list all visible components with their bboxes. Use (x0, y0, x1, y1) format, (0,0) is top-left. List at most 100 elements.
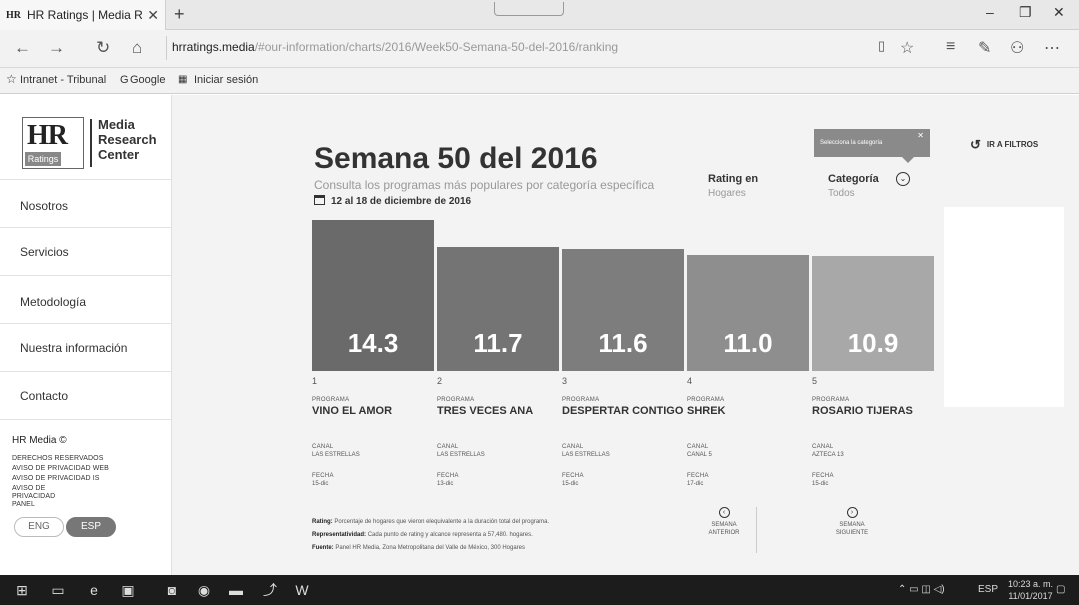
file-explorer-icon[interactable]: ▬ (228, 582, 244, 598)
filters-link-text: IR A FILTROS (986, 140, 1039, 149)
share-icon[interactable]: ⚇ (1010, 38, 1024, 58)
menu-item-servicios[interactable]: Servicios (20, 245, 69, 259)
new-tab-button[interactable]: + (174, 4, 185, 25)
site-logo[interactable]: HR Ratings Media Research Center (10, 109, 170, 189)
channel-label: CANAL (312, 444, 334, 450)
chevron-left-icon: ‹ (718, 507, 730, 518)
program-name[interactable]: TRES VECES ANA (437, 405, 559, 417)
footer-link-rights[interactable]: DERECHOS RESERVADOS (12, 455, 122, 463)
back-icon[interactable]: ← (14, 38, 31, 58)
clock-time: 10:23 a. m. (1008, 579, 1054, 589)
store-icon[interactable]: ▣ (120, 582, 136, 598)
tab-peek-handle[interactable] (494, 2, 564, 16)
notifications-icon[interactable]: ▢ (1056, 584, 1065, 595)
menu-divider (0, 419, 172, 420)
edge-icon[interactable]: e (86, 582, 102, 598)
menu-item-metodologia[interactable]: Metodología (20, 295, 86, 309)
program-info: PROGRAMA ROSARIO TIJERAS (812, 397, 934, 417)
favorites-star-icon: ☆ (6, 72, 17, 86)
web-note-icon[interactable]: ✎ (978, 38, 991, 58)
program-name[interactable]: ROSARIO TIJERAS (812, 405, 934, 417)
lang-esp-button[interactable]: ESP (66, 517, 116, 537)
date-label: FECHA (562, 473, 584, 479)
close-window-button[interactable]: ✕ (1053, 4, 1065, 21)
legend-source-text: Panel HR Media, Zona Metropolitana del V… (335, 545, 526, 551)
menu-item-contacto[interactable]: Contacto (20, 389, 68, 403)
favorite-item-google[interactable]: Google (130, 74, 165, 86)
address-divider (166, 36, 167, 60)
next-week-line-1: SEMANA (839, 522, 865, 528)
program-info: PROGRAMA TRES VECES ANA (437, 397, 559, 417)
date-value: 17-dic (687, 481, 704, 487)
home-icon[interactable]: ⌂ (132, 38, 142, 58)
favorite-star-icon[interactable]: ☆ (900, 38, 914, 58)
address-bar-row: ← → ↻ ⌂ hrratings.media/#our-information… (0, 30, 1079, 68)
program-label: PROGRAMA (437, 397, 475, 403)
bar-value-label: 11.0 (723, 328, 773, 358)
rank-number: 3 (562, 376, 568, 386)
rank-number: 1 (312, 376, 318, 386)
word-icon[interactable]: W (294, 582, 310, 598)
date-label: FECHA (312, 473, 334, 479)
chart-bar[interactable]: 11.6 (562, 249, 684, 371)
favorite-item-sign-in[interactable]: Iniciar sesión (194, 74, 258, 86)
rank-number: 2 (437, 376, 443, 386)
date-info: FECHA 15-dic (562, 473, 684, 487)
menu-item-nuestra-informacion[interactable]: Nuestra información (20, 341, 127, 355)
tab-title: HR Ratings | Media Rese (27, 8, 143, 22)
channel-info: CANAL AZTECA 13 (812, 444, 934, 458)
program-name[interactable]: SHREK (687, 405, 809, 417)
filters-link[interactable]: ↺ IR A FILTROS (970, 137, 1038, 153)
bar-value-label: 10.9 (847, 328, 899, 358)
web-page: HR Ratings Media Research Center Nosotro… (0, 95, 1079, 575)
program-name[interactable]: DESPERTAR CONTIGO (562, 405, 684, 417)
channel-info: CANAL LAS ESTRELLAS (312, 444, 434, 458)
program-name[interactable]: VINO EL AMOR (312, 405, 434, 417)
browser-tab[interactable]: HR HR Ratings | Media Rese ✕ (0, 0, 166, 30)
footer-link-privacy-panel[interactable]: AVISO DE PRIVACIDAD PANEL (12, 485, 72, 509)
lang-eng-button[interactable]: ENG (14, 517, 64, 537)
reading-view-icon[interactable]: ▯ (878, 38, 885, 54)
system-clock[interactable]: 10:23 a. m. 11/01/2017 (1008, 578, 1053, 602)
address-field[interactable]: hrratings.media/#our-information/charts/… (172, 40, 618, 54)
channel-info: CANAL LAS ESTRELLAS (562, 444, 684, 458)
logo-line-2: Research (98, 132, 157, 147)
next-week-button[interactable]: › SEMANA SIGUIENTE (822, 507, 882, 537)
menu-divider (0, 371, 172, 372)
tray-icons[interactable]: ⌃ ▭ ◫ ◁) (898, 584, 945, 595)
favorite-item-intranet[interactable]: Intranet - Tribunal (20, 74, 106, 86)
pdf-icon[interactable]: ⤴ (262, 582, 278, 598)
more-icon[interactable]: ⋯ (1044, 38, 1060, 58)
favicon-icon: HR (6, 9, 21, 21)
forward-icon[interactable]: → (48, 38, 65, 58)
rank-number: 4 (687, 376, 693, 386)
ranking-chart: 14.3 1 PROGRAMA VINO EL AMOR CANAL LAS ESTREL… (312, 95, 937, 575)
legend-representativity: Representatividad: Cada punto de rating … (312, 532, 533, 538)
date-info: FECHA 17-dic (687, 473, 809, 487)
task-view-icon[interactable]: ▭ (50, 582, 66, 598)
windows-start-icon[interactable]: ⊞ (14, 582, 30, 598)
chart-bar[interactable]: 11.0 (687, 255, 809, 371)
menu-item-nosotros[interactable]: Nosotros (20, 199, 68, 213)
chart-bar[interactable]: 11.7 (437, 247, 559, 371)
chrome-icon[interactable]: ◉ (196, 582, 212, 598)
channel-label: CANAL (812, 444, 834, 450)
program-label: PROGRAMA (562, 397, 600, 403)
chart-bar[interactable]: 10.9 (812, 256, 934, 371)
prev-week-button[interactable]: ‹ SEMANA ANTERIOR (694, 507, 754, 537)
keyboard-lang[interactable]: ESP (978, 584, 998, 595)
minimize-button[interactable]: – (986, 4, 994, 20)
legend-rating-key: Rating: (312, 519, 333, 525)
channel-label: CANAL (437, 444, 459, 450)
footer-link-privacy-web[interactable]: AVISO DE PRIVACIDAD WEB (12, 465, 122, 473)
hub-icon[interactable]: ≡ (946, 38, 955, 56)
outlook-icon[interactable]: ◙ (164, 582, 180, 598)
refresh-icon[interactable]: ↻ (96, 38, 110, 58)
footer-link-privacy-is[interactable]: AVISO DE PRIVACIDAD IS (12, 475, 122, 483)
url-host: hrratings.media (172, 40, 255, 54)
chart-bar[interactable]: 14.3 (312, 220, 434, 371)
channel-info: CANAL CANAL 5 (687, 444, 809, 458)
close-tab-icon[interactable]: ✕ (147, 7, 159, 24)
maximize-button[interactable]: ❐ (1019, 4, 1032, 21)
date-info: FECHA 15-dic (812, 473, 934, 487)
